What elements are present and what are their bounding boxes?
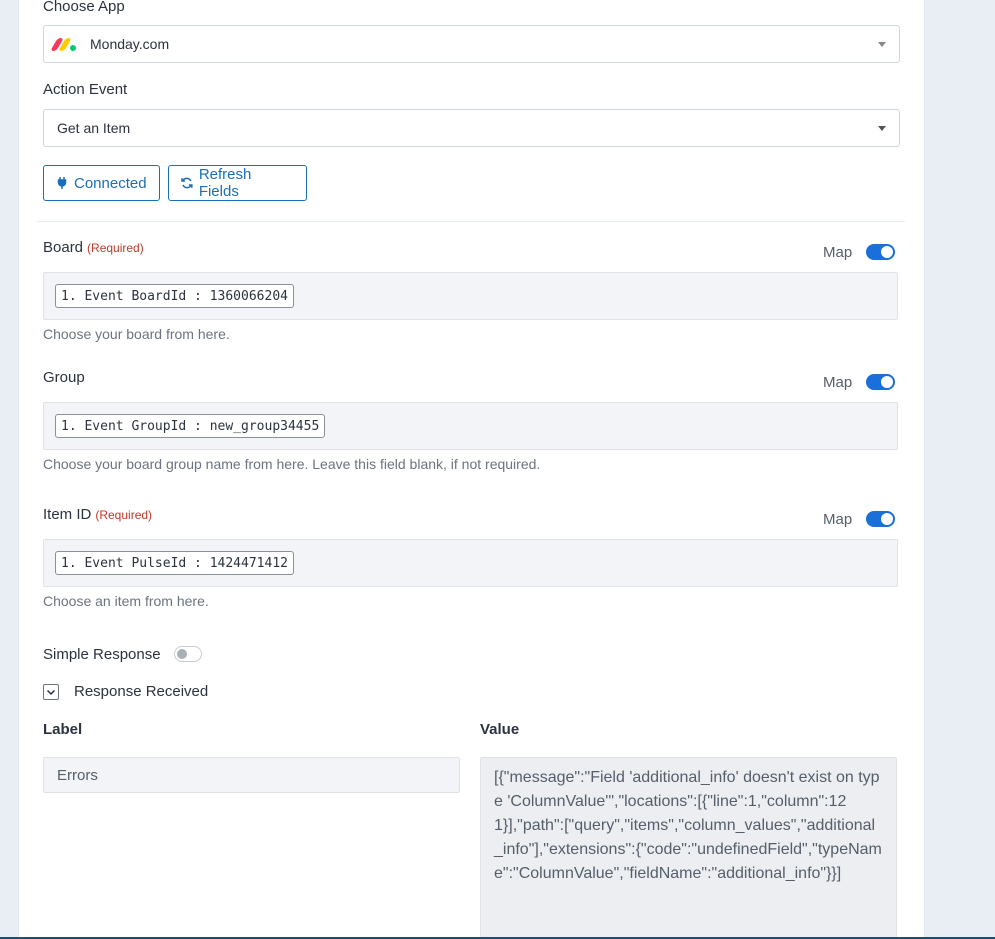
refresh-fields-button[interactable]: Refresh Fields (168, 165, 307, 201)
action-event-value: Get an Item (57, 120, 131, 136)
item-id-field[interactable]: 1. Event PulseId : 1424471412 (43, 539, 898, 587)
plug-icon (57, 177, 67, 189)
item-id-label-text: Item ID (43, 506, 92, 523)
board-mapped-chip[interactable]: 1. Event BoardId : 1360066204 (55, 284, 294, 308)
label-column-header: Label (43, 721, 83, 738)
item-id-required-tag: (Required) (95, 508, 153, 522)
response-row-label: Errors (43, 757, 460, 793)
action-event-label: Action Event (43, 81, 128, 98)
group-mapped-chip[interactable]: 1. Event GroupId : new_group34455 (55, 414, 326, 438)
board-map-label: Map (823, 244, 853, 261)
response-received-toggle[interactable] (43, 684, 59, 700)
response-received-label: Response Received (74, 683, 209, 700)
group-help-text: Choose your board group name from here. … (43, 456, 541, 472)
value-column-header: Value (480, 721, 520, 738)
group-map-label: Map (823, 374, 853, 391)
item-id-help-text: Choose an item from here. (43, 593, 209, 609)
board-required-tag: (Required) (87, 241, 144, 255)
monday-logo-icon (50, 37, 76, 51)
connected-button[interactable]: Connected (43, 165, 160, 201)
item-id-map-toggle[interactable] (866, 511, 895, 527)
choose-app-value: Monday.com (90, 36, 170, 52)
chevron-down-icon (878, 126, 886, 131)
choose-app-select[interactable]: Monday.com (43, 25, 900, 63)
connected-label: Connected (74, 174, 147, 192)
board-field[interactable]: 1. Event BoardId : 1360066204 (43, 272, 898, 320)
group-field[interactable]: 1. Event GroupId : new_group34455 (43, 402, 898, 450)
board-help-text: Choose your board from here. (43, 326, 230, 342)
item-id-mapped-chip[interactable]: 1. Event PulseId : 1424471412 (55, 551, 294, 575)
item-id-map-label: Map (823, 511, 853, 528)
simple-response-toggle[interactable] (174, 646, 202, 662)
board-label-text: Board (43, 239, 84, 256)
response-row-value: [{"message":"Field 'additional_info' doe… (480, 757, 897, 939)
section-divider (37, 221, 905, 222)
group-label: Group (43, 369, 85, 386)
board-label: Board (Required) (43, 239, 144, 256)
board-map-toggle[interactable] (866, 244, 895, 260)
group-map-toggle[interactable] (866, 374, 895, 390)
simple-response-label: Simple Response (43, 646, 161, 663)
chevron-down-icon (46, 689, 56, 696)
refresh-icon (181, 177, 193, 189)
item-id-label: Item ID (Required) (43, 506, 152, 523)
choose-app-label: Choose App (43, 0, 125, 15)
refresh-fields-label: Refresh Fields (198, 166, 252, 200)
action-event-select[interactable]: Get an Item (43, 109, 900, 147)
chevron-down-icon (878, 42, 886, 47)
